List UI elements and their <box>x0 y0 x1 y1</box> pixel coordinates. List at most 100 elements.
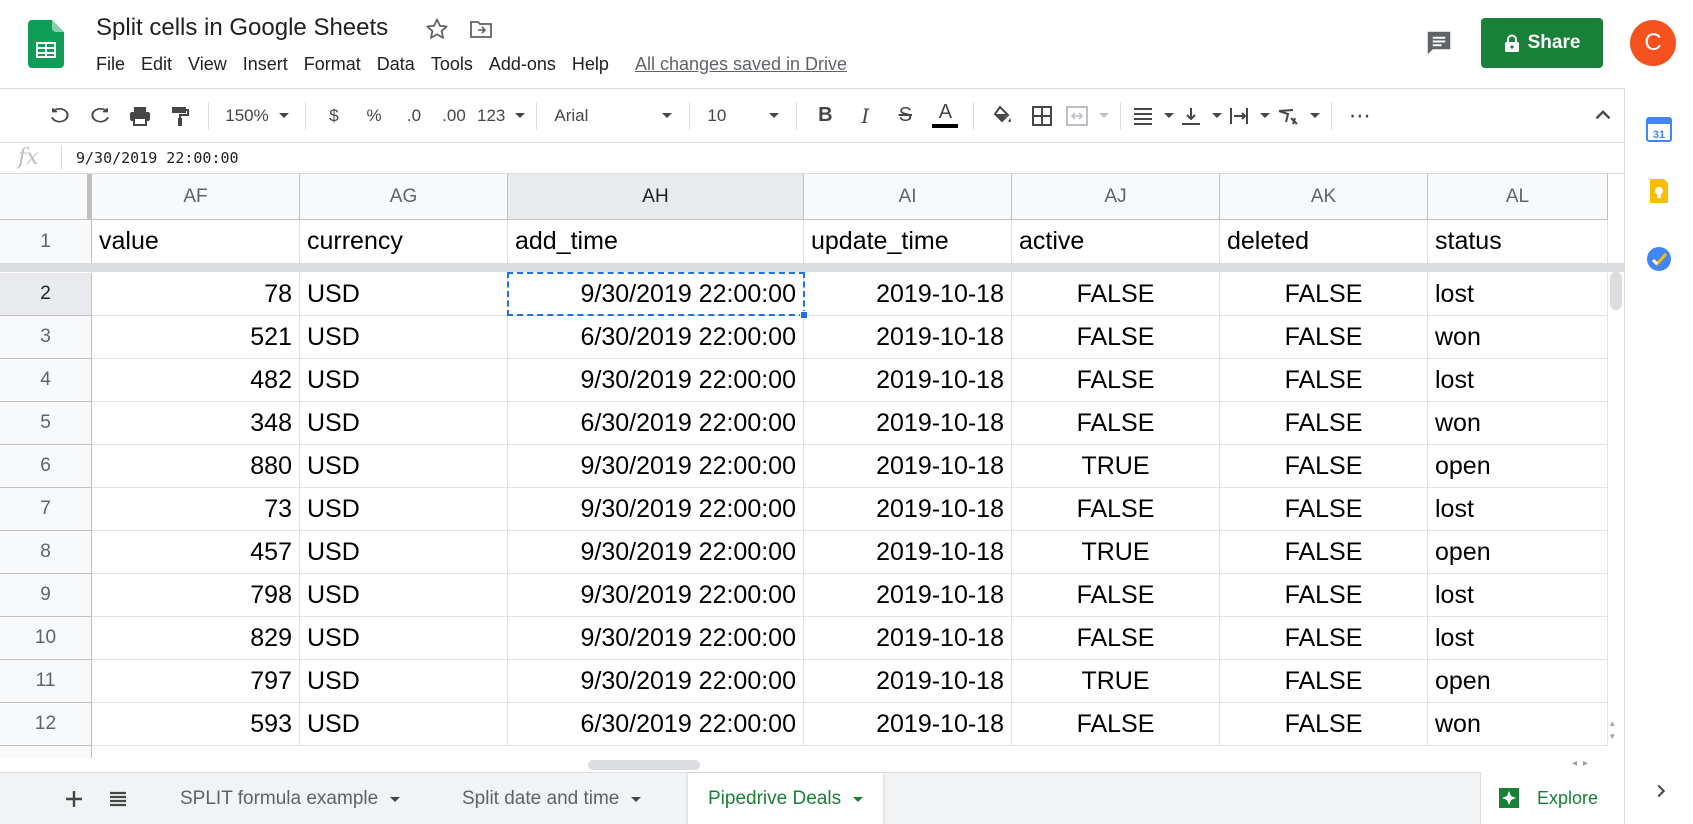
header-cell-aj[interactable]: active <box>1012 220 1220 264</box>
cell-af12[interactable]: 593 <box>92 703 300 746</box>
row-header-7[interactable]: 7 <box>0 488 92 531</box>
more-formats-select[interactable]: 123 <box>477 100 526 132</box>
text-wrapping-button[interactable] <box>1228 100 1271 132</box>
format-currency-button[interactable]: $ <box>317 100 351 132</box>
sheet-tab-pipedrive-deals[interactable]: Pipedrive Deals <box>688 773 884 824</box>
more-options-button[interactable]: ⋯ <box>1343 100 1377 132</box>
borders-button[interactable] <box>1025 100 1059 132</box>
font-family-select[interactable]: Arial <box>548 100 678 132</box>
header-cell-ai[interactable]: update_time <box>804 220 1012 264</box>
document-title[interactable]: Split cells in Google Sheets <box>96 14 388 42</box>
italic-button[interactable]: I <box>848 100 882 132</box>
cell-ag11[interactable]: USD <box>300 660 508 703</box>
format-percent-button[interactable]: % <box>357 100 391 132</box>
header-cell-ak[interactable]: deleted <box>1220 220 1428 264</box>
cell-ak11[interactable]: FALSE <box>1220 660 1428 703</box>
show-side-panel-button[interactable] <box>1650 780 1672 802</box>
fill-handle[interactable] <box>800 311 808 319</box>
cell-af9[interactable]: 798 <box>92 574 300 617</box>
cell-al4[interactable]: lost <box>1428 359 1608 402</box>
cell-ai10[interactable]: 2019-10-18 <box>804 617 1012 660</box>
row-header-5[interactable]: 5 <box>0 402 92 445</box>
cell-aj4[interactable]: FALSE <box>1012 359 1220 402</box>
cell-ag8[interactable]: USD <box>300 531 508 574</box>
cell-al2[interactable]: lost <box>1428 273 1608 316</box>
cell-aj10[interactable]: FALSE <box>1012 617 1220 660</box>
font-size-select[interactable]: 10 <box>701 100 785 132</box>
cell-af6[interactable]: 880 <box>92 445 300 488</box>
cell-al7[interactable]: lost <box>1428 488 1608 531</box>
cell-ai11[interactable]: 2019-10-18 <box>804 660 1012 703</box>
column-header-ag[interactable]: AG <box>300 174 508 220</box>
horizontal-align-button[interactable] <box>1132 100 1175 132</box>
cell-ah3[interactable]: 6/30/2019 22:00:00 <box>508 316 804 359</box>
share-button[interactable]: Share <box>1481 18 1603 68</box>
decrease-decimal-button[interactable]: .0 <box>397 100 431 132</box>
freeze-divider[interactable] <box>0 263 1624 272</box>
sheets-logo-icon[interactable] <box>28 20 64 68</box>
cell-ag9[interactable]: USD <box>300 574 508 617</box>
cell-al11[interactable]: open <box>1428 660 1608 703</box>
column-header-al[interactable]: AL <box>1428 174 1608 220</box>
cell-af7[interactable]: 73 <box>92 488 300 531</box>
redo-button[interactable] <box>83 100 117 132</box>
star-icon[interactable] <box>424 16 450 42</box>
cell-ak8[interactable]: FALSE <box>1220 531 1428 574</box>
keep-icon[interactable] <box>1644 176 1674 206</box>
cell-ah7[interactable]: 9/30/2019 22:00:00 <box>508 488 804 531</box>
merge-cells-button[interactable] <box>1065 100 1110 132</box>
increase-decimal-button[interactable]: .00 <box>437 100 471 132</box>
tasks-icon[interactable] <box>1644 244 1674 274</box>
cell-aj7[interactable]: FALSE <box>1012 488 1220 531</box>
cell-ai3[interactable]: 2019-10-18 <box>804 316 1012 359</box>
cell-ai12[interactable]: 2019-10-18 <box>804 703 1012 746</box>
cell-ak12[interactable]: FALSE <box>1220 703 1428 746</box>
cell-al5[interactable]: won <box>1428 402 1608 445</box>
cell-ag2[interactable]: USD <box>300 273 508 316</box>
sheet-tab-split-date-and-time[interactable]: Split date and time <box>442 773 661 824</box>
cell-ah10[interactable]: 9/30/2019 22:00:00 <box>508 617 804 660</box>
cell-ai5[interactable]: 2019-10-18 <box>804 402 1012 445</box>
text-color-button[interactable]: A <box>928 100 962 132</box>
chevron-down-icon[interactable] <box>853 796 864 802</box>
cell-ah5[interactable]: 6/30/2019 22:00:00 <box>508 402 804 445</box>
row-header-4[interactable]: 4 <box>0 359 92 402</box>
cell-ak6[interactable]: FALSE <box>1220 445 1428 488</box>
column-header-af[interactable]: AF <box>92 174 300 220</box>
row-header-10[interactable]: 10 <box>0 617 92 660</box>
header-cell-ah[interactable]: add_time <box>508 220 804 264</box>
cell-ag4[interactable]: USD <box>300 359 508 402</box>
cell-al8[interactable]: open <box>1428 531 1608 574</box>
vertical-scroll-arrows[interactable]: ▴ ▾ <box>1610 718 1615 742</box>
menu-tools[interactable]: Tools <box>423 54 481 75</box>
move-to-folder-icon[interactable] <box>468 16 494 42</box>
cell-aj12[interactable]: FALSE <box>1012 703 1220 746</box>
menu-format[interactable]: Format <box>296 54 369 75</box>
strikethrough-button[interactable]: S <box>888 100 922 132</box>
row-header-6[interactable]: 6 <box>0 445 92 488</box>
select-all-corner[interactable] <box>0 174 92 220</box>
cell-ah12[interactable]: 6/30/2019 22:00:00 <box>508 703 804 746</box>
vertical-scrollbar[interactable] <box>1610 272 1622 310</box>
cell-al3[interactable]: won <box>1428 316 1608 359</box>
avatar[interactable]: C <box>1630 20 1676 66</box>
bold-button[interactable]: B <box>808 100 842 132</box>
cell-ak7[interactable]: FALSE <box>1220 488 1428 531</box>
column-header-aj[interactable]: AJ <box>1012 174 1220 220</box>
menu-data[interactable]: Data <box>369 54 423 75</box>
cell-ah6[interactable]: 9/30/2019 22:00:00 <box>508 445 804 488</box>
header-cell-af[interactable]: value <box>92 220 300 264</box>
row-header-11[interactable]: 11 <box>0 660 92 703</box>
header-cell-ag[interactable]: currency <box>300 220 508 264</box>
comment-history-button[interactable] <box>1422 26 1456 60</box>
print-button[interactable] <box>123 100 157 132</box>
cell-ah2[interactable]: 9/30/2019 22:00:00 <box>508 273 804 316</box>
calendar-icon[interactable]: 31 <box>1644 114 1674 144</box>
column-header-ah[interactable]: AH <box>508 174 804 220</box>
add-sheet-button[interactable] <box>60 785 88 813</box>
cell-al10[interactable]: lost <box>1428 617 1608 660</box>
cell-al12[interactable]: won <box>1428 703 1608 746</box>
paint-format-button[interactable] <box>163 100 197 132</box>
cell-af11[interactable]: 797 <box>92 660 300 703</box>
horizontal-scrollbar[interactable] <box>588 760 700 770</box>
